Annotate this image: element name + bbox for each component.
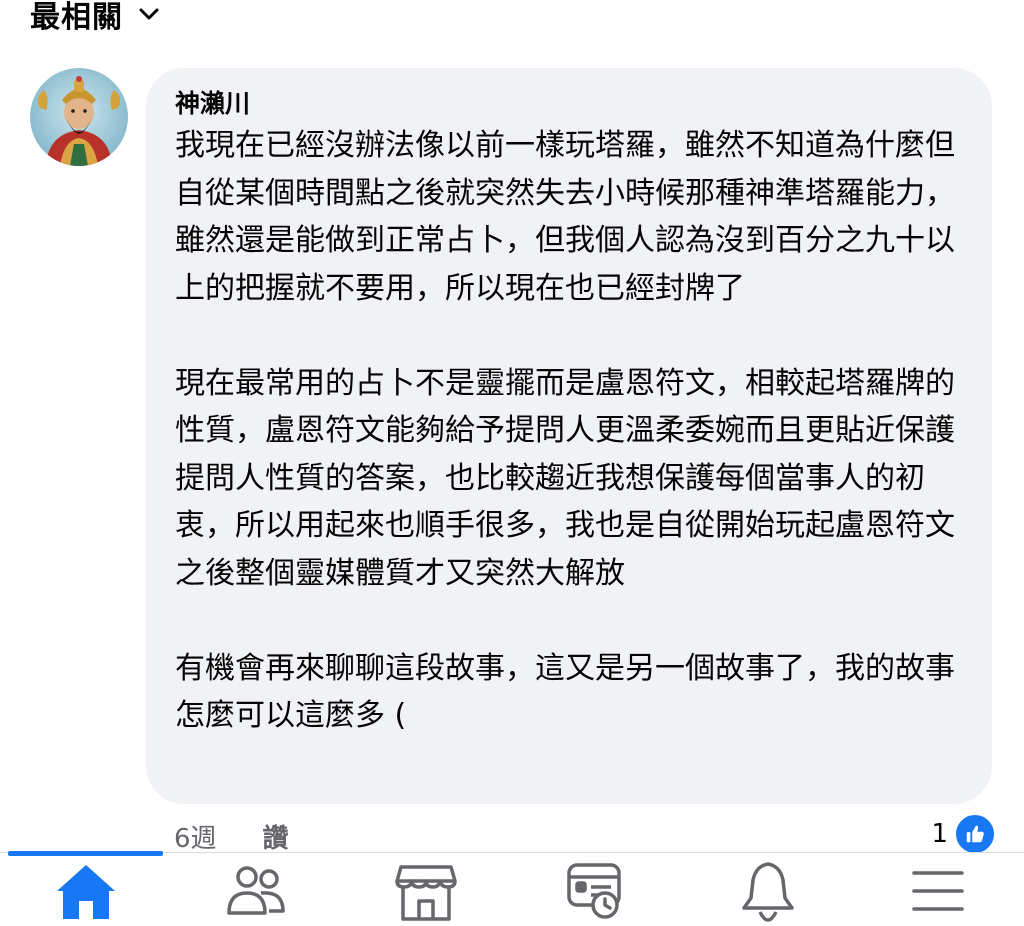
friends-icon — [225, 863, 287, 923]
reaction-summary[interactable]: 1 — [931, 812, 996, 856]
marketplace-icon — [395, 861, 457, 925]
comment-author[interactable]: 神瀨川 — [175, 86, 962, 122]
bell-icon — [740, 860, 796, 926]
like-icon — [954, 813, 996, 855]
comment-paragraph: 現在最常用的占卜不是靈擺而是盧恩符文，相較起塔羅牌的性質，盧恩符文能夠給予提問人… — [175, 365, 955, 591]
comment-paragraph: 我現在已經沒辦法像以前一樣玩塔羅，雖然不知道為什麼但自從某個時間點之後就突然失去… — [175, 128, 955, 306]
tab-notifications[interactable] — [708, 861, 828, 925]
tab-menu[interactable] — [878, 861, 998, 925]
menu-icon — [910, 867, 966, 919]
comment-bubble: 神瀨川 我現在已經沒辦法像以前一樣玩塔羅，雖然不知道為什麼但自從某個時間點之後就… — [146, 68, 992, 804]
sort-dropdown[interactable]: 最相關 — [30, 0, 163, 36]
tab-friends[interactable] — [196, 861, 316, 925]
sort-label: 最相關 — [30, 0, 123, 35]
reaction-count: 1 — [931, 819, 948, 849]
comments-page: 最相關 神瀨川 我現在已經沒辦法像以前一樣玩塔羅，雖然不知道為什麼但自從某個時間… — [0, 0, 1024, 926]
chevron-down-icon — [135, 0, 163, 28]
comment-paragraph: 有機會再來聊聊這段故事，這又是另一個故事了，我的故事怎麼可以這麼多 ( — [175, 650, 955, 734]
tab-home[interactable] — [26, 861, 146, 925]
comment-actions: 6週 讚 — [174, 816, 289, 856]
like-button[interactable]: 讚 — [263, 818, 289, 855]
home-icon — [55, 863, 117, 923]
comment-text: 我現在已經沒辦法像以前一樣玩塔羅，雖然不知道為什麼但自從某個時間點之後就突然失去… — [175, 122, 962, 740]
comment-timestamp[interactable]: 6週 — [174, 818, 217, 855]
active-tab-indicator — [8, 851, 163, 856]
feeds-icon — [565, 861, 627, 925]
tab-feeds[interactable] — [536, 861, 656, 925]
bottom-tab-bar — [0, 851, 1024, 926]
avatar[interactable] — [30, 68, 128, 166]
tab-marketplace[interactable] — [366, 861, 486, 925]
